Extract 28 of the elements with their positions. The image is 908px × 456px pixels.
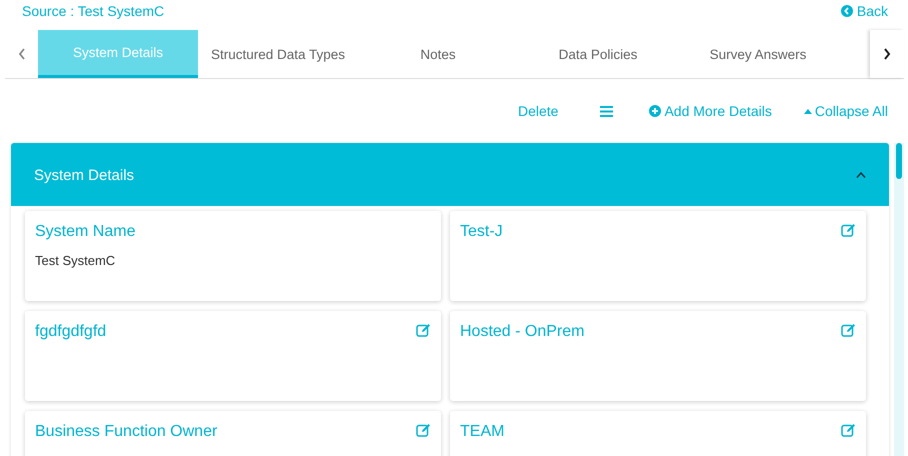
add-details-link[interactable]: Add More Details [649,103,772,119]
edit-icon[interactable] [416,423,431,437]
section-header[interactable]: System Details [11,143,889,206]
back-icon [840,5,853,17]
card-title: Hosted - OnPrem [460,323,584,341]
card-title: TEAM [460,423,504,441]
card-title: Business Function Owner [35,423,218,441]
tab[interactable]: System Details [38,30,198,78]
chevron-right-icon [883,48,891,60]
section-title: System Details [34,167,134,184]
back-link[interactable]: Back [840,3,888,19]
edit-icon[interactable] [841,223,856,237]
caret-up-icon [804,108,812,114]
menu-icon[interactable] [600,106,614,116]
chevron-icon [856,172,866,178]
card-title: System Name [35,223,136,241]
edit-icon[interactable] [841,323,856,337]
edit-icon[interactable] [841,423,856,437]
edit-icon[interactable] [416,323,431,337]
source-label: Source : Test SystemC [22,3,164,19]
delete-link[interactable]: Delete [518,103,558,119]
collapse-all-link[interactable]: Collapse All [804,103,888,119]
card-value: Test SystemC [35,253,116,268]
card-title: fgdfgdfgfd [35,323,106,341]
chevron-left-icon [18,48,26,60]
card-title: Test-J [460,223,503,241]
scrollbar[interactable] [894,143,904,456]
plus-icon [649,105,662,117]
